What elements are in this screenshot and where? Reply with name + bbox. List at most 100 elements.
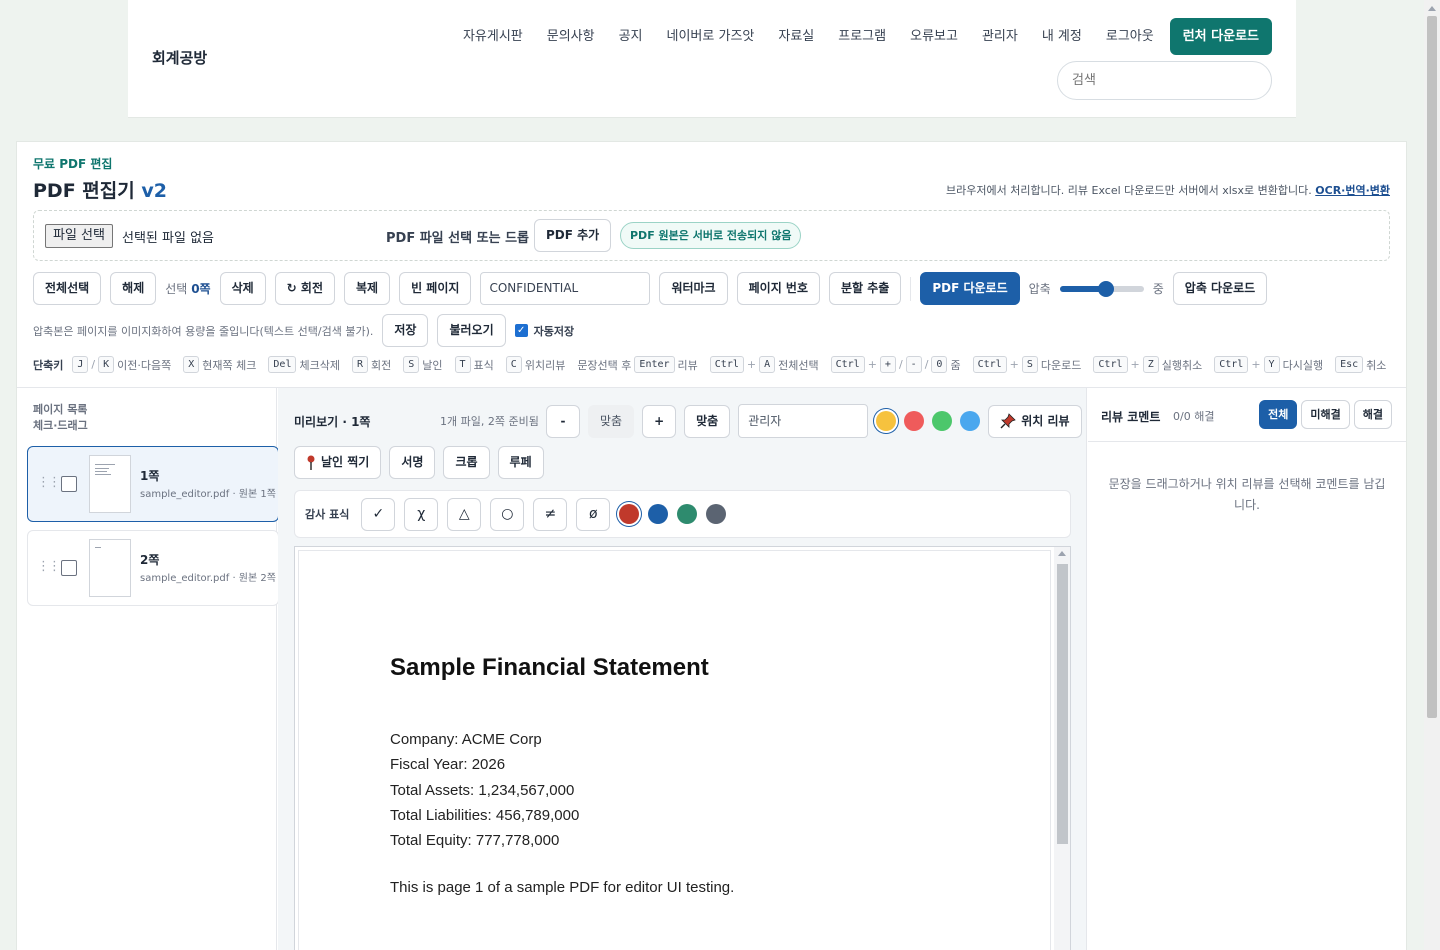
fit-page-button[interactable]: 맞춤 — [684, 404, 731, 438]
audit-mark-empty-set[interactable]: ø — [576, 497, 611, 531]
audit-color-gray[interactable] — [706, 504, 727, 524]
audit-mark-bar: 감사 표식 ✓ χ △ ○ ≠ ø — [294, 490, 1071, 538]
nav-link-files[interactable]: 자료실 — [766, 19, 826, 55]
page-thumbnail[interactable] — [89, 455, 131, 513]
shortcut-description: 표식 — [473, 358, 494, 372]
select-all-button[interactable]: 전체선택 — [33, 272, 102, 305]
audit-mark-not-equal[interactable]: ≠ — [533, 497, 568, 531]
filter-unresolved[interactable]: 미해결 — [1301, 400, 1350, 429]
viewer-scrollbar[interactable] — [1054, 547, 1070, 950]
ocr-translate-link[interactable]: OCR·번역·변환 — [1315, 184, 1390, 197]
shortcut-description: 전체선택 — [778, 358, 819, 372]
nav-link-inquiry[interactable]: 문의사항 — [535, 19, 607, 55]
load-button[interactable]: 불러오기 — [437, 314, 506, 347]
filter-resolved[interactable]: 해결 — [1353, 400, 1392, 429]
rotate-button[interactable]: ↻ 회전 — [274, 272, 335, 305]
selected-prefix: 선택 — [165, 282, 188, 296]
site-brand[interactable]: 회계공방 — [152, 47, 207, 68]
document-line: Company: ACME Corp — [390, 731, 542, 748]
blank-page-button[interactable]: 빈 페이지 — [399, 272, 472, 305]
audit-color-blue[interactable] — [648, 504, 669, 524]
preview-status: 1개 파일, 2쪽 준비됨 — [440, 415, 539, 428]
audit-color-green[interactable] — [677, 504, 698, 524]
reviewer-input[interactable]: 관리자 — [738, 404, 869, 438]
drag-handle-icon[interactable]: ⋮⋮ — [37, 475, 61, 490]
save-button[interactable]: 저장 — [382, 314, 429, 347]
audit-mark-check[interactable]: ✓ — [361, 497, 396, 531]
nav-link-programs[interactable]: 프로그램 — [826, 19, 898, 55]
review-count: 0/0 해결 — [1173, 410, 1215, 423]
highlight-color-green[interactable] — [932, 411, 953, 431]
page-number-button[interactable]: 페이지 번호 — [736, 272, 820, 305]
pdf-dropzone[interactable]: 파일 선택 선택된 파일 없음 PDF 파일 선택 또는 드롭 PDF 추가 P… — [33, 210, 1390, 261]
shortcut-joiner: / — [924, 358, 929, 371]
nav-link-admin[interactable]: 관리자 — [970, 19, 1030, 55]
pdf-add-button[interactable]: PDF 추가 — [534, 219, 612, 252]
nav-link-board[interactable]: 자유게시판 — [451, 19, 535, 55]
audit-mark-label: 감사 표식 — [305, 508, 350, 521]
document-footer: This is page 1 of a sample PDF for edito… — [390, 879, 735, 896]
page-list-item[interactable]: ⋮⋮ 2쪽 sample_editor.pdf · 원본 2쪽 — [27, 530, 279, 606]
highlight-color-yellow[interactable] — [876, 411, 897, 431]
autosave-toggle[interactable]: ✓ 자동저장 — [514, 323, 574, 339]
delete-button[interactable]: 삭제 — [219, 272, 266, 305]
page-thumbnail[interactable] — [89, 539, 131, 597]
file-select-button[interactable]: 파일 선택 — [45, 224, 113, 248]
compress-label: 압축 — [1028, 282, 1051, 296]
zoom-in-button[interactable]: + — [642, 404, 677, 438]
launcher-download-button[interactable]: 런처 다운로드 — [1169, 18, 1272, 55]
page-checkbox[interactable] — [61, 560, 77, 576]
top-navbar: 회계공방 자유게시판 문의사항 공지 네이버로 가즈앗 자료실 프로그램 오류보… — [128, 0, 1296, 118]
pdf-page[interactable]: Sample Financial Statement Company: ACME… — [298, 550, 1051, 950]
pushpin-icon — [1000, 413, 1016, 429]
shortcut-joiner: + — [746, 358, 757, 371]
autosave-checkbox[interactable]: ✓ — [514, 324, 528, 337]
scroll-up-arrow-icon[interactable] — [1058, 551, 1066, 556]
loupe-button[interactable]: 루페 — [497, 446, 544, 479]
review-empty-state: 문장을 드래그하거나 위치 리뷰를 선택해 코멘트를 남깁니다. — [1108, 477, 1386, 512]
scroll-up-arrow-icon[interactable] — [1428, 6, 1436, 11]
page-list-item[interactable]: ⋮⋮ 1쪽 sample_editor.pdf · 원본 1쪽 — [27, 446, 279, 522]
highlight-color-blue[interactable] — [960, 411, 981, 431]
compress-download-button[interactable]: 압축 다운로드 — [1172, 272, 1268, 305]
page-scrollbar-thumb[interactable] — [1427, 16, 1437, 718]
viewer-scrollbar-thumb[interactable] — [1057, 564, 1068, 844]
nav-link-notice[interactable]: 공지 — [607, 19, 655, 55]
duplicate-button[interactable]: 복제 — [344, 272, 391, 305]
nav-link-bug-report[interactable]: 오류보고 — [898, 19, 970, 55]
nav-link-account[interactable]: 내 계정 — [1030, 19, 1094, 55]
audit-mark-cross[interactable]: χ — [404, 497, 439, 531]
shortcut-description: 위치리뷰 — [524, 358, 566, 372]
pdf-download-button[interactable]: PDF 다운로드 — [920, 272, 1020, 305]
zoom-out-button[interactable]: - — [546, 404, 580, 438]
stamp-button[interactable]: 날인 찍기 — [294, 446, 382, 479]
compress-slider[interactable] — [1059, 280, 1144, 297]
drag-handle-icon[interactable]: ⋮⋮ — [37, 559, 61, 574]
audit-color-red[interactable] — [619, 504, 640, 524]
pdf-viewer[interactable]: Sample Financial Statement Company: ACME… — [294, 546, 1071, 950]
search-input[interactable] — [1057, 61, 1272, 100]
split-extract-button[interactable]: 분할 추출 — [829, 272, 902, 305]
signature-button[interactable]: 서명 — [389, 446, 436, 479]
watermark-input[interactable]: CONFIDENTIAL — [480, 272, 651, 305]
pin-review-button[interactable]: 위치 리뷰 — [988, 404, 1082, 438]
deselect-button[interactable]: 해제 — [110, 272, 157, 305]
nav-link-naver[interactable]: 네이버로 가즈앗 — [655, 19, 767, 55]
highlight-color-red[interactable] — [904, 411, 925, 431]
page-checkbox[interactable] — [61, 476, 77, 492]
compress-slider-handle[interactable] — [1097, 280, 1114, 297]
shortcut-key: S — [1021, 356, 1038, 373]
page-list-panel: 페이지 목록 체크·드래그 ⋮⋮ 1쪽 sample_editor.pdf · … — [17, 388, 279, 950]
page-list-hint: 체크·드래그 — [33, 419, 88, 432]
fit-width-button[interactable]: 맞춤 — [588, 404, 635, 438]
audit-mark-triangle[interactable]: △ — [447, 497, 482, 531]
shortcut-key: Ctrl — [972, 356, 1007, 373]
page-scrollbar[interactable] — [1424, 0, 1440, 950]
filter-all[interactable]: 전체 — [1259, 400, 1298, 429]
crop-button[interactable]: 크롭 — [443, 446, 490, 479]
shortcut-key: Ctrl — [709, 356, 744, 373]
watermark-button[interactable]: 워터마크 — [659, 272, 728, 305]
audit-mark-circle[interactable]: ○ — [490, 497, 525, 531]
nav-link-logout[interactable]: 로그아웃 — [1094, 19, 1166, 55]
shortcut-key: Y — [1263, 356, 1280, 373]
